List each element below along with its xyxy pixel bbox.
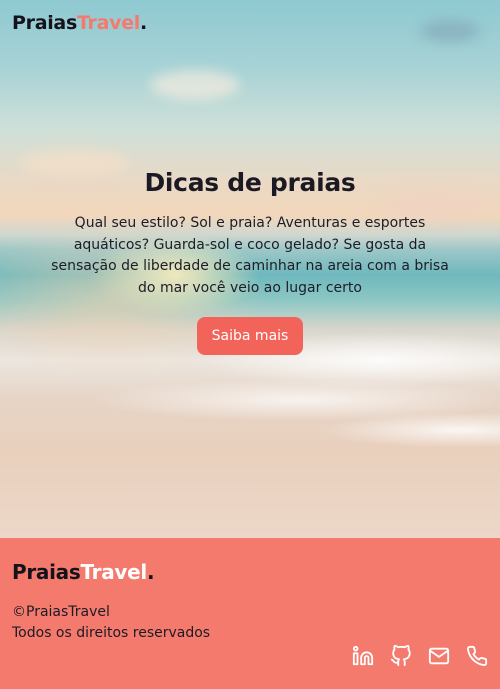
logo-part-travel: Travel	[80, 560, 147, 584]
hero-title: Dicas de praias	[144, 168, 356, 197]
logo-dot: .	[146, 560, 155, 584]
header-logo[interactable]: PraiasTravel.	[12, 12, 147, 34]
linkedin-icon[interactable]	[352, 645, 374, 667]
logo-dot: .	[140, 12, 147, 34]
copyright-text: ©PraiasTravel	[12, 604, 110, 620]
footer: PraiasTravel. ©PraiasTravel Todos os dir…	[0, 538, 500, 689]
hero-content: Dicas de praias Qual seu estilo? Sol e p…	[0, 168, 500, 355]
hero-description: Qual seu estilo? Sol e praia? Aventuras …	[51, 215, 449, 296]
phone-icon[interactable]	[466, 645, 488, 667]
hero-cloud	[420, 20, 480, 42]
rights-text: Todos os direitos reservados	[12, 625, 211, 641]
logo-part-praias: Praias	[12, 560, 81, 584]
social-links	[352, 644, 488, 667]
mail-icon[interactable]	[428, 645, 450, 667]
hero-cloud	[150, 70, 240, 100]
logo-part-praias: Praias	[12, 12, 77, 34]
hero-section: PraiasTravel. Dicas de praias Qual seu e…	[0, 0, 500, 538]
saiba-mais-button[interactable]: Saiba mais	[196, 317, 304, 355]
logo-part-travel: Travel	[76, 12, 141, 34]
github-icon[interactable]	[390, 644, 412, 667]
footer-copyright: ©PraiasTravel Todos os direitos reservad…	[12, 602, 210, 644]
footer-logo[interactable]: PraiasTravel.	[12, 560, 155, 584]
